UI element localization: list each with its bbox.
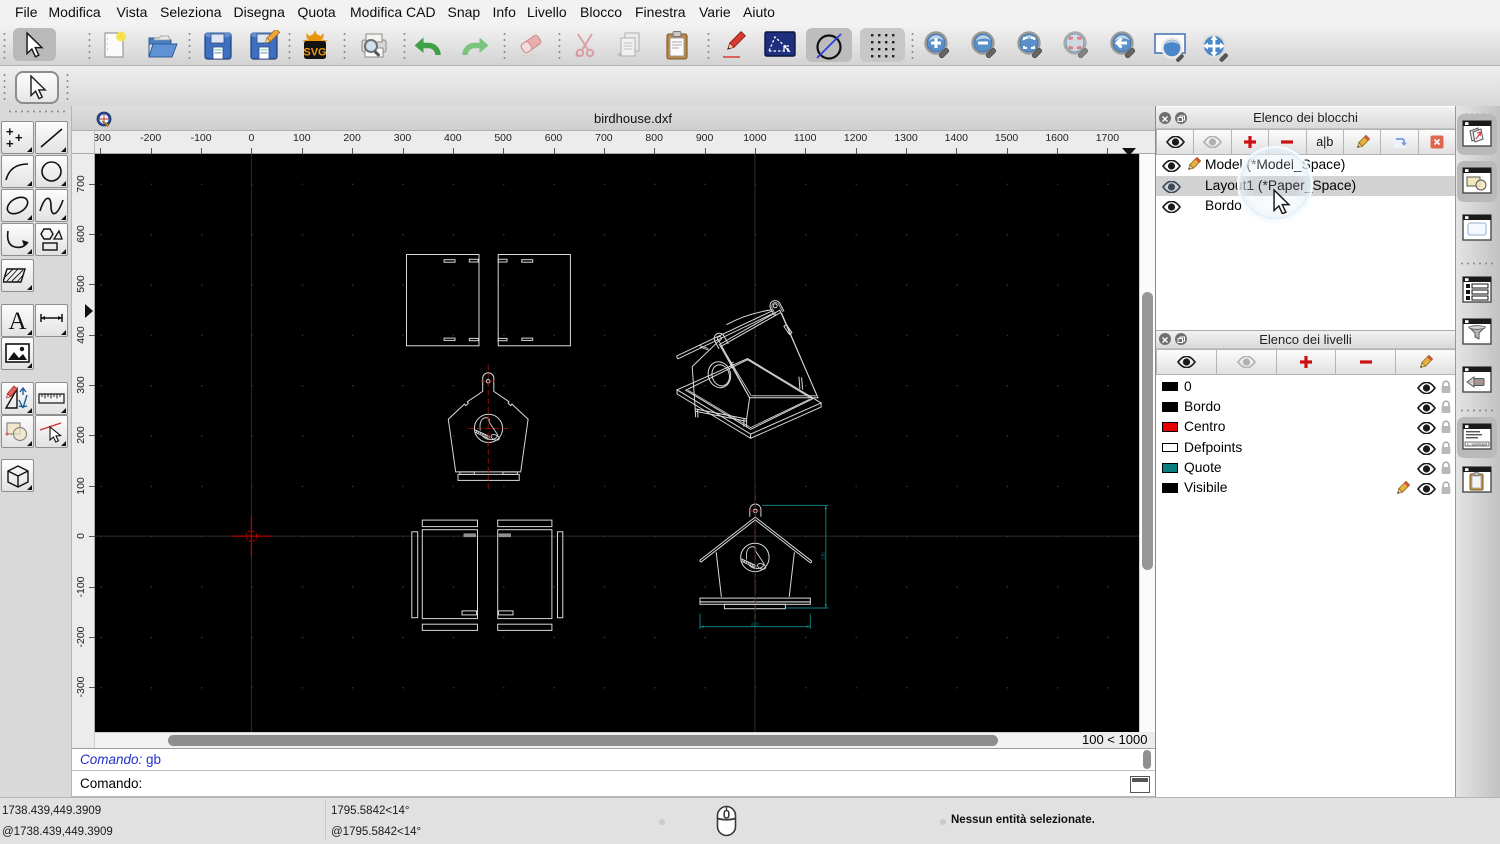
svg-text:SVG: SVG: [303, 47, 326, 59]
svg-text:A: A: [8, 308, 26, 335]
svg-text:220: 220: [751, 622, 759, 627]
svg-text:+: +: [15, 130, 23, 145]
svg-text:235: 235: [821, 552, 826, 560]
svg-text:+: +: [574, 50, 579, 60]
svg-text:+: +: [617, 50, 622, 60]
svg-text:+: +: [6, 136, 14, 151]
svg-text:c_ command: c_ command: [1467, 443, 1487, 447]
